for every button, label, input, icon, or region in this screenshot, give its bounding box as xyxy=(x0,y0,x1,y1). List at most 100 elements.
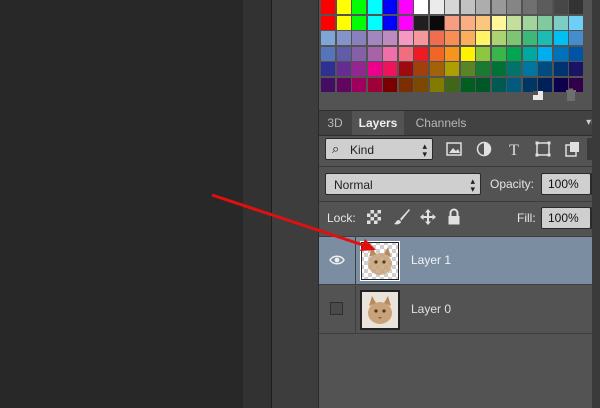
image-filter-icon[interactable] xyxy=(445,140,463,158)
color-swatch[interactable] xyxy=(553,46,568,61)
color-swatch[interactable] xyxy=(553,31,568,45)
color-swatch[interactable] xyxy=(476,31,490,45)
color-swatch[interactable] xyxy=(569,0,583,14)
lock-transparent-pixels-icon[interactable] xyxy=(367,210,381,224)
color-swatch[interactable] xyxy=(414,31,428,45)
color-swatch[interactable] xyxy=(507,0,521,14)
new-swatch-icon[interactable] xyxy=(531,88,545,102)
color-swatch[interactable] xyxy=(522,0,537,14)
color-swatch[interactable] xyxy=(522,31,537,45)
color-swatch[interactable] xyxy=(553,15,568,30)
color-swatch[interactable] xyxy=(336,31,351,45)
type-filter-icon[interactable]: T xyxy=(505,140,523,158)
color-swatch[interactable] xyxy=(507,15,521,30)
color-swatch[interactable] xyxy=(367,46,382,61)
layer-row[interactable]: Layer 0 xyxy=(319,286,600,334)
blend-mode-select[interactable]: Normal ▴ ▾ xyxy=(325,173,481,195)
color-swatch[interactable] xyxy=(460,46,475,61)
color-swatch[interactable] xyxy=(538,0,552,14)
color-swatch[interactable] xyxy=(398,62,413,76)
color-swatch[interactable] xyxy=(460,15,475,30)
color-swatch[interactable] xyxy=(460,62,475,76)
color-swatch[interactable] xyxy=(507,31,521,45)
visibility-toggle[interactable] xyxy=(319,286,356,333)
opacity-input[interactable]: 100% xyxy=(541,173,591,195)
shape-filter-icon[interactable] xyxy=(534,140,552,158)
color-swatch[interactable] xyxy=(445,0,459,14)
color-swatch[interactable] xyxy=(398,46,413,61)
color-swatch[interactable] xyxy=(321,31,335,45)
filter-kind-select[interactable]: ⌕ Kind ▴ ▾ xyxy=(325,138,433,160)
color-swatch[interactable] xyxy=(367,15,382,30)
color-swatch[interactable] xyxy=(569,62,583,76)
color-swatch[interactable] xyxy=(398,31,413,45)
color-swatch[interactable] xyxy=(352,15,366,30)
visibility-toggle[interactable] xyxy=(319,237,356,284)
color-swatch[interactable] xyxy=(538,62,552,76)
color-swatch[interactable] xyxy=(383,0,397,14)
color-swatch[interactable] xyxy=(476,0,490,14)
color-swatch[interactable] xyxy=(414,62,428,76)
color-swatch[interactable] xyxy=(538,31,552,45)
color-swatch[interactable] xyxy=(569,31,583,45)
color-swatch[interactable] xyxy=(553,0,568,14)
color-swatch[interactable] xyxy=(383,15,397,30)
color-swatch[interactable] xyxy=(429,62,444,76)
color-swatch[interactable] xyxy=(445,62,459,76)
color-swatch[interactable] xyxy=(336,46,351,61)
color-swatch[interactable] xyxy=(321,0,335,14)
color-swatch[interactable] xyxy=(321,46,335,61)
color-swatch[interactable] xyxy=(383,31,397,45)
color-swatch[interactable] xyxy=(445,31,459,45)
color-swatch[interactable] xyxy=(507,46,521,61)
layer-name[interactable]: Layer 0 xyxy=(411,302,451,316)
color-swatch[interactable] xyxy=(476,46,490,61)
color-swatch[interactable] xyxy=(429,0,444,14)
color-swatch[interactable] xyxy=(460,0,475,14)
tab-3d[interactable]: 3D xyxy=(319,111,351,135)
color-swatch[interactable] xyxy=(445,46,459,61)
layer-row-selected[interactable]: Layer 1 xyxy=(319,236,600,285)
lock-all-padlock-icon[interactable] xyxy=(447,208,461,226)
color-swatch[interactable] xyxy=(538,15,552,30)
color-swatch[interactable] xyxy=(352,0,366,14)
color-swatch[interactable] xyxy=(507,62,521,76)
color-swatch[interactable] xyxy=(522,46,537,61)
color-swatch[interactable] xyxy=(367,0,382,14)
color-swatch[interactable] xyxy=(367,62,382,76)
color-swatch[interactable] xyxy=(414,15,428,30)
color-swatch[interactable] xyxy=(429,15,444,30)
panel-scroll-strip[interactable] xyxy=(592,0,600,408)
color-swatch[interactable] xyxy=(491,0,506,14)
trash-icon[interactable] xyxy=(564,88,578,102)
color-swatch[interactable] xyxy=(522,62,537,76)
document-canvas-area[interactable] xyxy=(0,0,243,408)
lock-position-move-icon[interactable] xyxy=(419,208,437,226)
fill-input[interactable]: 100% xyxy=(541,207,591,229)
layer-name[interactable]: Layer 1 xyxy=(411,253,451,267)
color-swatch[interactable] xyxy=(569,15,583,30)
color-swatch[interactable] xyxy=(398,15,413,30)
color-swatch[interactable] xyxy=(336,0,351,14)
lock-image-pixels-brush-icon[interactable] xyxy=(393,208,411,226)
color-swatch[interactable] xyxy=(429,46,444,61)
color-swatch[interactable] xyxy=(321,15,335,30)
color-swatch[interactable] xyxy=(321,62,335,76)
adjustment-filter-icon[interactable] xyxy=(475,140,493,158)
color-swatch[interactable] xyxy=(352,31,366,45)
color-swatch[interactable] xyxy=(336,62,351,76)
color-swatch[interactable] xyxy=(476,62,490,76)
color-swatch[interactable] xyxy=(383,46,397,61)
color-swatch[interactable] xyxy=(491,15,506,30)
tab-layers[interactable]: Layers xyxy=(352,111,404,135)
smart-object-filter-icon[interactable] xyxy=(563,140,581,158)
color-swatch[interactable] xyxy=(476,15,490,30)
color-swatch[interactable] xyxy=(569,46,583,61)
color-swatch[interactable] xyxy=(538,46,552,61)
color-swatch[interactable] xyxy=(352,46,366,61)
color-swatch[interactable] xyxy=(429,31,444,45)
color-swatch[interactable] xyxy=(553,62,568,76)
color-swatch[interactable] xyxy=(414,0,428,14)
color-swatch[interactable] xyxy=(336,15,351,30)
color-swatch[interactable] xyxy=(383,62,397,76)
